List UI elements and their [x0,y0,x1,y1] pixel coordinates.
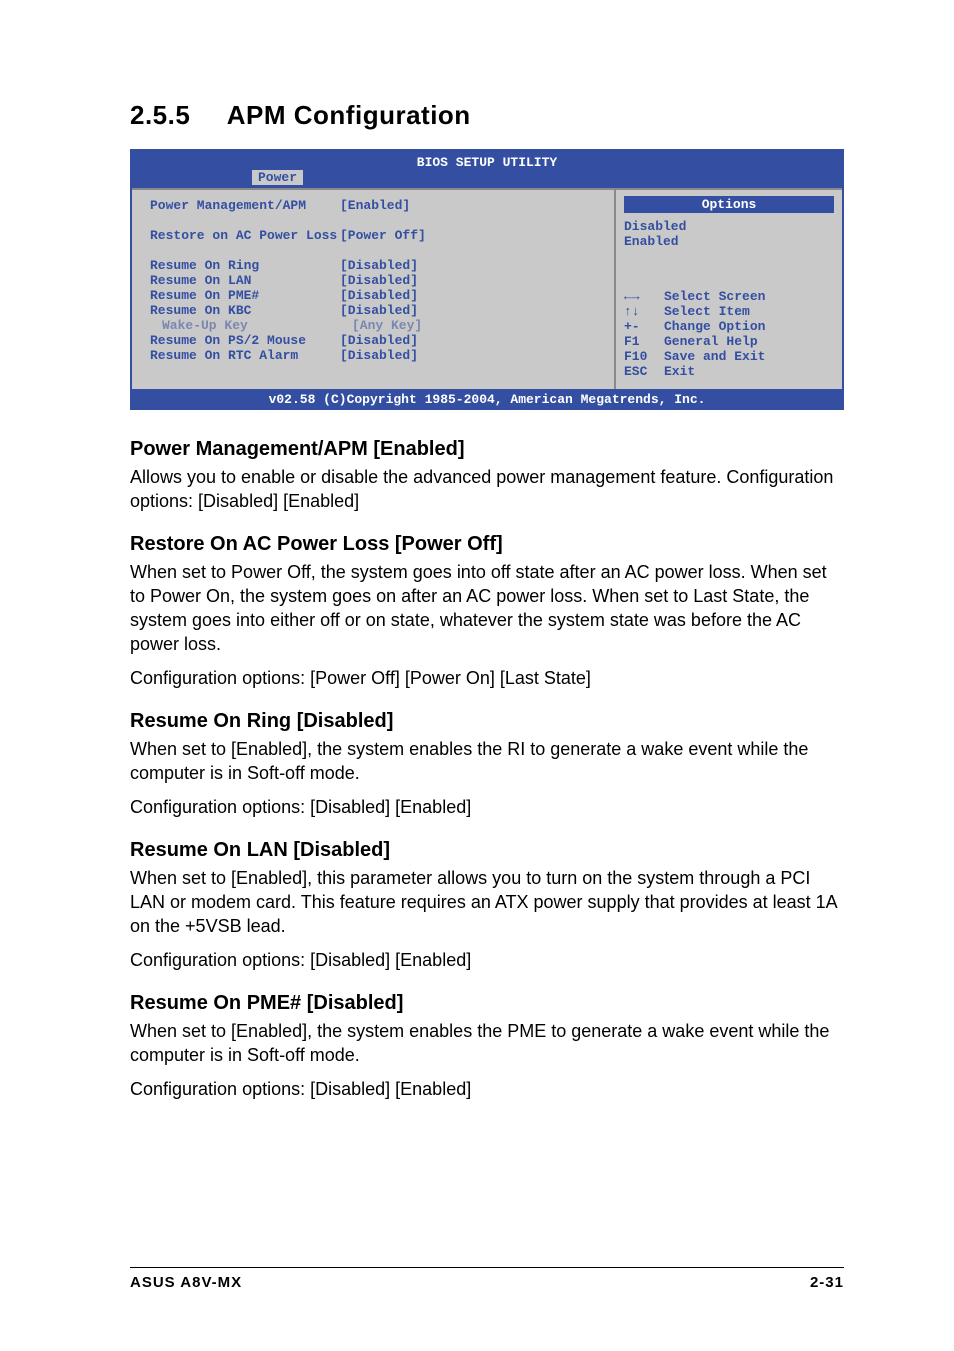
bios-hint-key: F1 [624,334,664,349]
bios-hint-row: ↑↓Select Item [624,304,834,319]
bios-setting-label: Resume On RTC Alarm [150,348,340,363]
bios-setting-value: [Disabled] [340,273,418,288]
bios-setting-value: [Disabled] [340,288,418,303]
bios-hint-row: ESCExit [624,364,834,379]
bios-hint-key: F10 [624,349,664,364]
bios-setting-row: Resume On PS/2 Mouse[Disabled] [150,333,604,348]
bios-hint-row: +-Change Option [624,319,834,334]
bios-hint-label: Save and Exit [664,349,765,364]
bios-setting-label: Resume On PS/2 Mouse [150,333,340,348]
bios-setting-value: [Any Key] [352,318,422,333]
bios-option-item: Enabled [624,234,834,249]
footer-product: ASUS A8V-MX [130,1274,242,1291]
section-number: 2.5.5 [130,100,220,131]
bios-hint-row: ←→Select Screen [624,289,834,304]
bios-setting-row: Restore on AC Power Loss[Power Off] [150,228,604,243]
bios-setting-label: Resume On LAN [150,273,340,288]
bios-hint-key: ↑↓ [624,304,664,319]
bios-setting-row: Resume On KBC[Disabled] [150,303,604,318]
setting-paragraph: Configuration options: [Power Off] [Powe… [130,666,844,690]
bios-setting-label: Resume On PME# [150,288,340,303]
bios-setting-value: [Power Off] [340,228,426,243]
documentation-sections: Power Management/APM [Enabled] Allows you… [130,438,844,1101]
bios-setting-label: Wake-Up Key [150,318,352,333]
bios-header-title: BIOS SETUP UTILITY [132,151,842,170]
bios-screenshot: BIOS SETUP UTILITY Power Power Managemen… [130,149,844,410]
bios-hint-label: Change Option [664,319,765,334]
bios-settings-panel: Power Management/APM[Enabled]Restore on … [132,190,614,389]
bios-hint-row: F1General Help [624,334,834,349]
setting-paragraph: When set to [Enabled], this parameter al… [130,866,844,938]
bios-setting-row: Power Management/APM[Enabled] [150,198,604,213]
setting-paragraph: When set to [Enabled], the system enable… [130,737,844,785]
bios-hint-label: Exit [664,364,695,379]
bios-setting-row: Resume On LAN[Disabled] [150,273,604,288]
bios-setting-row: Wake-Up Key[Any Key] [150,318,604,333]
bios-setting-label: Restore on AC Power Loss [150,228,340,243]
bios-setting-label: Resume On Ring [150,258,340,273]
section-name: APM Configuration [227,100,471,130]
bios-footer: v02.58 (C)Copyright 1985-2004, American … [132,389,842,408]
setting-paragraph: When set to [Enabled], the system enable… [130,1019,844,1067]
setting-paragraph: Allows you to enable or disable the adva… [130,465,844,513]
bios-hint-label: General Help [664,334,758,349]
bios-setting-value: [Disabled] [340,303,418,318]
setting-heading: Resume On Ring [Disabled] [130,710,844,733]
setting-heading: Resume On PME# [Disabled] [130,992,844,1015]
bios-active-tab: Power [252,170,303,185]
bios-tab-row: Power [132,170,842,188]
bios-key-hints: ←→Select Screen↑↓Select Item+-Change Opt… [624,249,834,379]
bios-setting-value: [Disabled] [340,258,418,273]
bios-hint-key: ESC [624,364,664,379]
bios-hint-key: +- [624,319,664,334]
bios-options-header: Options [624,196,834,213]
bios-setting-label: Power Management/APM [150,198,340,213]
bios-setting-value: [Disabled] [340,348,418,363]
bios-setting-row: Resume On PME#[Disabled] [150,288,604,303]
bios-options-list: DisabledEnabled [624,219,834,249]
setting-paragraph: Configuration options: [Disabled] [Enabl… [130,948,844,972]
setting-paragraph: When set to Power Off, the system goes i… [130,560,844,656]
setting-paragraph: Configuration options: [Disabled] [Enabl… [130,1077,844,1101]
bios-hint-key: ←→ [624,289,664,304]
bios-setting-row: Resume On Ring[Disabled] [150,258,604,273]
setting-heading: Resume On LAN [Disabled] [130,839,844,862]
bios-hint-label: Select Screen [664,289,765,304]
bios-help-panel: Options DisabledEnabled ←→Select Screen↑… [614,190,842,389]
page-title: 2.5.5 APM Configuration [130,100,844,131]
bios-option-item: Disabled [624,219,834,234]
setting-paragraph: Configuration options: [Disabled] [Enabl… [130,795,844,819]
page-footer: ASUS A8V-MX 2-31 [130,1267,844,1291]
setting-heading: Restore On AC Power Loss [Power Off] [130,533,844,556]
bios-hint-row: F10Save and Exit [624,349,834,364]
bios-setting-row: Resume On RTC Alarm[Disabled] [150,348,604,363]
bios-setting-label: Resume On KBC [150,303,340,318]
bios-setting-value: [Enabled] [340,198,410,213]
bios-hint-label: Select Item [664,304,750,319]
bios-setting-value: [Disabled] [340,333,418,348]
setting-heading: Power Management/APM [Enabled] [130,438,844,461]
footer-page-number: 2-31 [810,1274,844,1291]
